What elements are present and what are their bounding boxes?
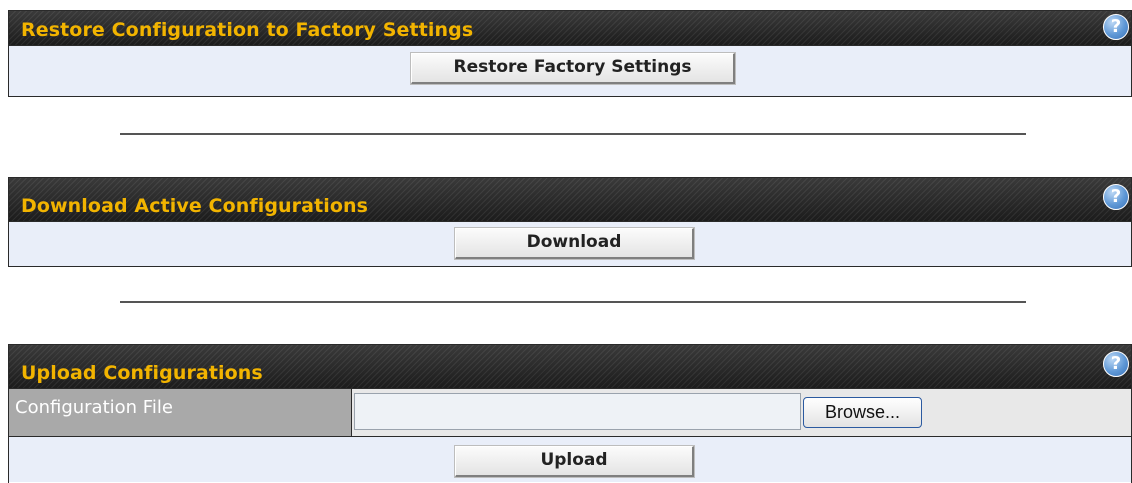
restore-factory-settings-button[interactable]: Restore Factory Settings: [411, 53, 735, 84]
download-panel: Download Active Configurations ? Downloa…: [8, 177, 1132, 267]
restore-action-row: Restore Factory Settings: [9, 45, 1131, 96]
configuration-file-field: Browse...: [352, 389, 1131, 436]
upload-help-icon[interactable]: ?: [1103, 351, 1129, 377]
restore-panel-title: Restore Configuration to Factory Setting…: [21, 19, 474, 41]
upload-panel-header: Upload Configurations ?: [9, 345, 1131, 388]
configuration-file-row: Configuration File Browse...: [9, 388, 1131, 436]
download-panel-header: Download Active Configurations ?: [9, 178, 1131, 221]
section-divider: [120, 301, 1026, 303]
download-action-row: Download: [9, 221, 1131, 266]
browse-button[interactable]: Browse...: [803, 397, 922, 428]
download-help-icon[interactable]: ?: [1103, 184, 1129, 210]
configuration-page: Restore Configuration to Factory Setting…: [0, 0, 1132, 483]
upload-panel: Upload Configurations ? Configuration Fi…: [8, 344, 1132, 483]
restore-help-icon[interactable]: ?: [1103, 14, 1129, 40]
download-button[interactable]: Download: [455, 228, 694, 259]
download-panel-title: Download Active Configurations: [21, 195, 369, 217]
restore-panel: Restore Configuration to Factory Setting…: [8, 10, 1132, 97]
upload-button[interactable]: Upload: [455, 446, 694, 477]
upload-action-row: Upload: [9, 436, 1131, 482]
section-divider: [120, 133, 1026, 135]
upload-panel-title: Upload Configurations: [21, 362, 263, 384]
configuration-file-input[interactable]: [354, 393, 801, 430]
restore-panel-header: Restore Configuration to Factory Setting…: [9, 11, 1131, 45]
configuration-file-label: Configuration File: [9, 389, 352, 436]
